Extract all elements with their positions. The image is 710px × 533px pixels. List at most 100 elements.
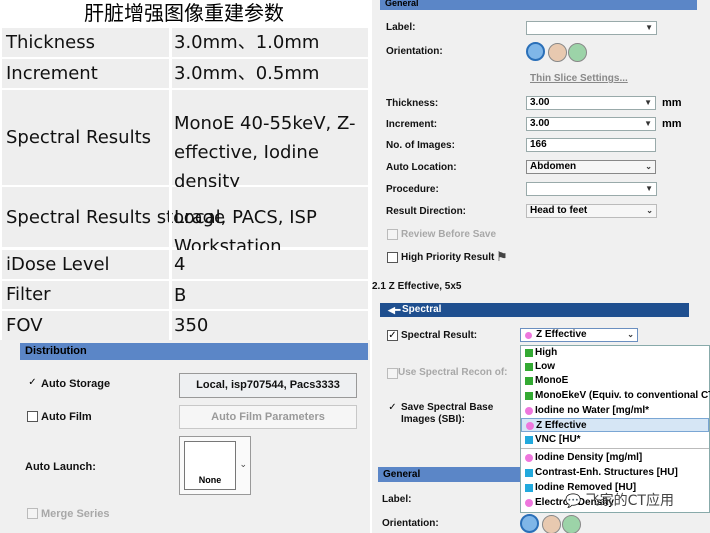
- head-front-icon-2[interactable]: [520, 514, 539, 533]
- option-label: MonoEkeV (Equiv. to conventional CT): [535, 390, 710, 401]
- spectral-result-value: Z Effective: [536, 329, 587, 340]
- row-value: 4: [174, 254, 186, 275]
- increment-value: 3.00: [530, 118, 550, 129]
- no-images-field[interactable]: 166: [526, 138, 656, 152]
- row-value: MonoE 40-55keV, Z-effective, Iodine dens…: [174, 113, 356, 192]
- label-dropdown[interactable]: ▼: [526, 21, 657, 35]
- option-label: Z Effective: [536, 420, 587, 431]
- table-row: Spectral Results storage Local, PACS, IS…: [2, 187, 368, 257]
- table-row: Increment 3.0mm、0.5mm: [2, 59, 368, 88]
- high-priority-label: High Priority Result: [401, 252, 495, 263]
- thickness-dropdown[interactable]: 3.00 ▼: [526, 96, 656, 110]
- review-before-save-label: Review Before Save: [401, 229, 497, 240]
- option-z-effective[interactable]: Z Effective: [521, 418, 709, 432]
- distribution-panel: Distribution ✓ Auto Storage Local, isp70…: [0, 340, 370, 533]
- merge-series-checkbox[interactable]: [27, 508, 38, 519]
- spectral-result-checkbox[interactable]: ✓: [387, 330, 398, 341]
- head-right-icon-2[interactable]: [562, 515, 581, 533]
- option-label: Iodine no Water [mg/ml*: [535, 405, 650, 416]
- option-low[interactable]: Low: [521, 360, 709, 374]
- row-value: 3.0mm、1.0mm: [174, 32, 320, 53]
- review-before-save-checkbox[interactable]: [387, 229, 398, 240]
- series-title: 2.1 Z Effective, 5x5: [372, 281, 462, 292]
- dot-icon: [525, 332, 532, 339]
- head-front-icon[interactable]: [526, 42, 545, 61]
- use-spectral-recon-checkbox[interactable]: [387, 368, 398, 379]
- option-vnc[interactable]: VNC [HU*: [521, 433, 709, 447]
- auto-film-checkbox[interactable]: [27, 411, 38, 422]
- auto-location-value: Abdomen: [530, 161, 577, 172]
- green-square-icon: [525, 377, 533, 385]
- auto-launch-value: None: [198, 475, 222, 485]
- auto-storage-checkbox[interactable]: ✓: [27, 378, 38, 389]
- pink-dot-icon: [525, 499, 533, 507]
- head-left-icon-2[interactable]: [542, 515, 561, 533]
- table-row: FOV 350: [2, 311, 368, 340]
- table-row: Spectral Results MonoE 40-55keV, Z-effec…: [2, 90, 368, 192]
- option-monoe-kev[interactable]: MonoEkeV (Equiv. to conventional CT): [521, 389, 710, 403]
- procedure-dropdown[interactable]: ▼: [526, 182, 657, 196]
- spectral-arrow-icon: ◀━: [388, 305, 401, 315]
- auto-launch-label: Auto Launch:: [25, 461, 96, 473]
- green-square-icon: [525, 363, 533, 371]
- auto-location-dropdown[interactable]: Abdomen ⌄: [526, 160, 656, 174]
- auto-launch-preview: None: [184, 441, 236, 490]
- option-iodine-density[interactable]: Iodine Density [mg/ml]: [521, 451, 709, 465]
- chevron-down-icon: ▼: [645, 23, 653, 32]
- row-key: Filter: [6, 284, 51, 305]
- increment-label: Increment:: [386, 119, 438, 130]
- chevron-down-icon: ▼: [644, 119, 652, 128]
- green-square-icon: [525, 392, 533, 400]
- flag-icon: ⚑: [496, 249, 508, 264]
- row-key: Increment: [6, 63, 98, 84]
- spectral-result-dropdown[interactable]: Z Effective ⌄: [520, 328, 638, 342]
- option-label: Iodine Density [mg/ml]: [535, 452, 643, 463]
- option-contrast-enh[interactable]: Contrast-Enh. Structures [HU]: [521, 466, 709, 480]
- table-row: Filter B: [2, 281, 368, 309]
- table-row: iDose Level 4: [2, 250, 368, 279]
- row-key: Thickness: [6, 32, 95, 53]
- auto-location-label: Auto Location:: [386, 162, 457, 173]
- result-direction-label: Result Direction:: [386, 206, 467, 217]
- high-priority-checkbox[interactable]: [387, 252, 398, 263]
- thickness-value: 3.00: [530, 97, 550, 108]
- orientation-label: Orientation:: [386, 46, 443, 57]
- option-label: Low: [535, 361, 555, 372]
- label-field-label-2: Label:: [382, 494, 412, 505]
- general-header: General: [380, 0, 697, 10]
- head-left-icon[interactable]: [548, 43, 567, 62]
- pink-dot-icon: [525, 407, 533, 415]
- auto-storage-button[interactable]: Local, isp707544, Pacs3333: [179, 373, 357, 398]
- option-label: Contrast-Enh. Structures [HU]: [535, 467, 678, 478]
- option-label: VNC [HU*: [535, 434, 581, 445]
- head-right-icon[interactable]: [568, 43, 587, 62]
- auto-film-parameters-button[interactable]: Auto Film Parameters: [179, 405, 357, 429]
- thickness-unit: mm: [662, 97, 682, 109]
- option-high[interactable]: High: [521, 346, 709, 360]
- distribution-header: Distribution: [20, 343, 368, 360]
- watermark: 💬 飞家的CT应用: [565, 490, 674, 510]
- option-iodine-no-water[interactable]: Iodine no Water [mg/ml*: [521, 404, 709, 418]
- chevron-down-icon: ⌄: [646, 206, 653, 215]
- thin-slice-settings-link[interactable]: Thin Slice Settings...: [530, 73, 628, 84]
- row-value: B: [174, 285, 187, 306]
- option-label: MonoE: [535, 375, 569, 386]
- divider: [521, 448, 709, 449]
- spectral-header-label: Spectral: [402, 304, 442, 315]
- chevron-down-icon: ▼: [645, 184, 653, 193]
- save-sbi-checkbox[interactable]: ✓: [387, 403, 398, 414]
- row-key: iDose Level: [6, 254, 110, 275]
- table-row: Thickness 3.0mm、1.0mm: [2, 28, 368, 57]
- label-field-label: Label:: [386, 22, 416, 33]
- thickness-label: Thickness:: [386, 98, 439, 109]
- wechat-icon: 💬: [565, 494, 582, 509]
- row-value: 3.0mm、0.5mm: [174, 63, 320, 84]
- option-monoe[interactable]: MonoE: [521, 374, 709, 388]
- auto-storage-label: Auto Storage: [41, 378, 111, 390]
- result-direction-dropdown[interactable]: Head to feet ⌄: [526, 204, 657, 218]
- chevron-down-icon: ⌄: [239, 459, 247, 469]
- auto-launch-select[interactable]: None ⌄: [179, 436, 251, 495]
- blue-square-icon: [525, 484, 533, 492]
- pink-dot-icon: [525, 454, 533, 462]
- increment-dropdown[interactable]: 3.00 ▼: [526, 117, 656, 131]
